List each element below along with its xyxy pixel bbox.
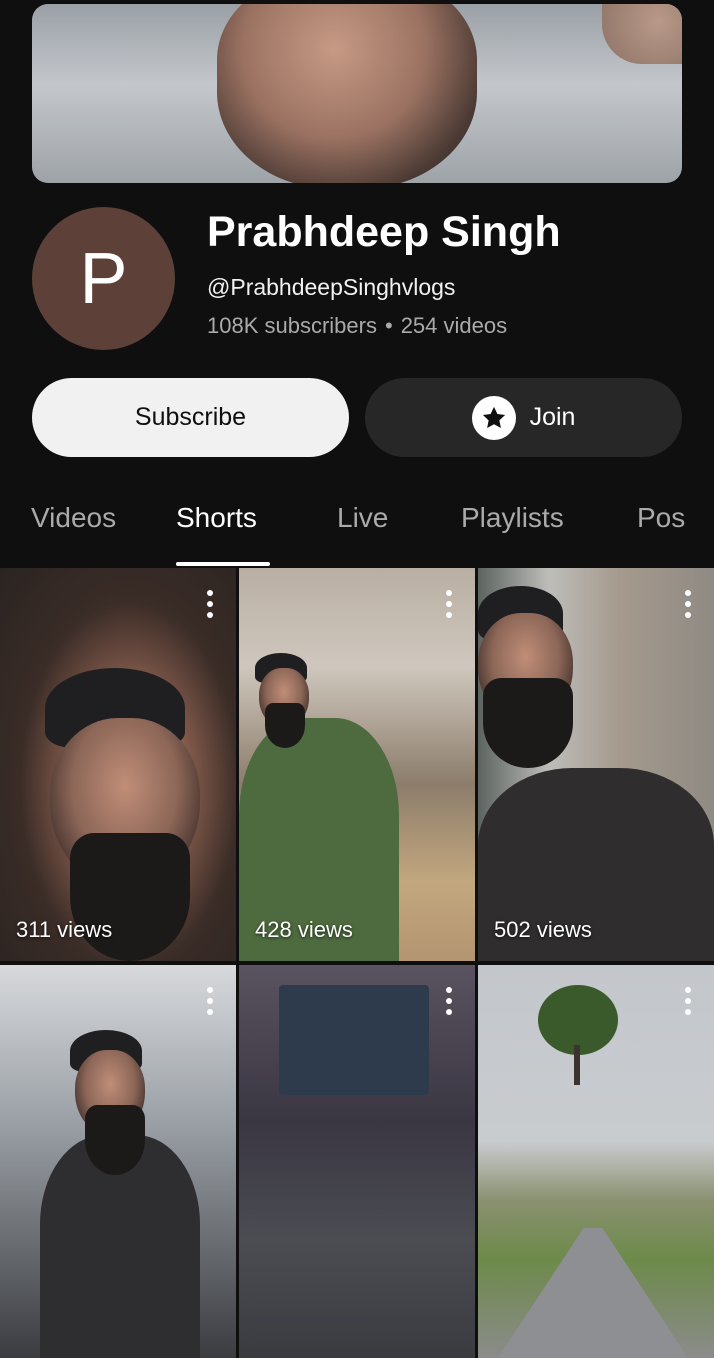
short-thumbnail[interactable] [478, 965, 714, 1358]
active-tab-indicator [176, 562, 270, 566]
subscribe-button[interactable]: Subscribe [32, 378, 349, 457]
short-thumbnail[interactable]: 311 views [0, 568, 236, 961]
channel-tabs: Videos Shorts Live Playlists Pos [0, 480, 714, 568]
short-thumbnail[interactable] [239, 965, 475, 1358]
channel-banner[interactable] [32, 4, 682, 183]
subscribe-label: Subscribe [134, 403, 247, 431]
short-views: 311 views [16, 917, 113, 942]
short-thumbnail[interactable]: 428 views [239, 568, 475, 961]
tab-posts[interactable]: Pos [637, 502, 685, 534]
tab-playlists[interactable]: Playlists [461, 502, 564, 534]
thumbnail-figure [85, 1105, 145, 1175]
shorts-grid: 311 views 428 views 502 views [0, 568, 714, 1358]
banner-hand-image [602, 4, 682, 64]
tab-videos[interactable]: Videos [31, 502, 116, 534]
channel-avatar[interactable]: P [32, 207, 175, 350]
star-icon [471, 395, 516, 440]
short-thumbnail[interactable] [0, 965, 236, 1358]
join-label: Join [529, 403, 576, 431]
channel-name: Prabhdeep Singh [207, 208, 561, 256]
tab-shorts[interactable]: Shorts [176, 502, 257, 534]
subscriber-count: 108K subscribers [207, 313, 377, 338]
video-count: 254 videos [400, 313, 508, 338]
thumbnail-figure [483, 678, 573, 768]
short-thumbnail[interactable]: 502 views [478, 568, 714, 961]
more-options-icon[interactable] [207, 590, 213, 618]
join-button[interactable]: Join [365, 378, 682, 457]
thumbnail-truck [279, 985, 429, 1095]
thumbnail-tree [574, 1045, 580, 1085]
more-options-icon[interactable] [207, 987, 213, 1015]
banner-face-image [217, 4, 477, 183]
stats-separator: • [384, 313, 393, 338]
channel-stats: 108K subscribers • 254 videos [207, 313, 507, 339]
more-options-icon[interactable] [685, 590, 691, 618]
channel-handle: @PrabhdeepSinghvlogs [207, 274, 456, 300]
avatar-letter: P [79, 238, 128, 319]
more-options-icon[interactable] [446, 590, 452, 618]
short-views: 502 views [494, 917, 592, 942]
thumbnail-road [498, 1228, 688, 1358]
more-options-icon[interactable] [446, 987, 452, 1015]
thumbnail-figure [265, 703, 305, 748]
more-options-icon[interactable] [685, 987, 691, 1015]
short-views: 428 views [255, 917, 353, 942]
tab-live[interactable]: Live [337, 502, 388, 534]
